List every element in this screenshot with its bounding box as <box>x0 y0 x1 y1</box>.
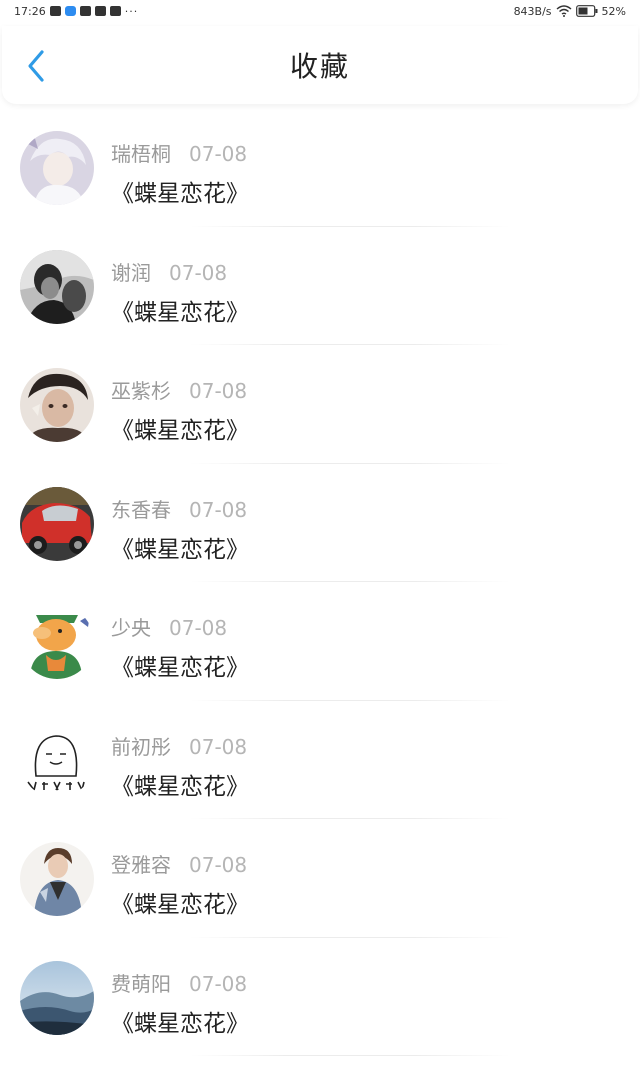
user-name: 登雅容 <box>111 853 171 877</box>
status-time: 17:26 <box>14 4 46 18</box>
item-date: 07-08 <box>189 497 248 522</box>
item-date: 07-08 <box>189 734 248 759</box>
divider <box>190 1055 510 1056</box>
wifi-icon <box>556 5 572 17</box>
header-bar: 收藏 <box>2 26 638 104</box>
status-bar: 17:26 ··· 843B/s 52% <box>0 0 640 22</box>
red-car-avatar-icon <box>20 486 94 561</box>
item-date: 07-08 <box>169 260 228 285</box>
work-title[interactable]: 《蝶星恋花》 <box>111 1004 249 1038</box>
list-item[interactable]: 前初彤 07-08 《蝶星恋花》 <box>0 701 640 819</box>
mountain-landscape-avatar-icon <box>20 960 94 1035</box>
item-date: 07-08 <box>189 971 248 996</box>
item-meta: 少央 07-08 <box>111 612 227 641</box>
app-notification-icon <box>64 6 76 16</box>
item-meta: 谢润 07-08 <box>111 257 227 286</box>
notification-icon <box>79 6 91 16</box>
work-title[interactable]: 《蝶星恋花》 <box>111 530 249 564</box>
status-bar-right: 843B/s 52% <box>514 5 626 18</box>
girl-denim-avatar-icon <box>20 842 94 916</box>
avatar[interactable] <box>20 842 94 916</box>
notification-icon <box>94 6 106 16</box>
bw-couple-avatar-icon <box>20 249 94 324</box>
user-name: 前初彤 <box>111 734 171 759</box>
list-item[interactable]: 瑞梧桐 07-08 《蝶星恋花》 <box>0 108 640 227</box>
back-button[interactable] <box>16 46 56 86</box>
work-title[interactable]: 《蝶星恋花》 <box>111 293 249 327</box>
item-date: 07-08 <box>189 379 248 403</box>
avatar[interactable] <box>20 960 94 1035</box>
item-meta: 登雅容 07-08 <box>111 849 247 878</box>
user-name: 谢润 <box>111 260 151 285</box>
battery-icon <box>575 5 598 17</box>
item-meta: 前初彤 07-08 <box>111 731 247 760</box>
avatar[interactable] <box>20 723 94 798</box>
work-title[interactable]: 《蝶星恋花》 <box>111 174 249 208</box>
avatar[interactable] <box>20 605 94 679</box>
list-item[interactable]: 东香春 07-08 《蝶星恋花》 <box>0 464 640 582</box>
illustrated-boy-avatar-icon <box>20 368 94 442</box>
avatar[interactable] <box>20 368 94 442</box>
notification-icon <box>49 6 61 16</box>
item-date: 07-08 <box>169 616 228 640</box>
item-meta: 东香春 07-08 <box>111 494 247 523</box>
item-date: 07-08 <box>189 853 248 877</box>
work-title[interactable]: 《蝶星恋花》 <box>111 411 249 445</box>
item-meta: 瑞梧桐 07-08 <box>111 138 247 167</box>
user-name: 费萌阳 <box>111 971 171 996</box>
chevron-left-icon <box>28 50 44 82</box>
avatar[interactable] <box>20 131 94 205</box>
doodle-sticker-avatar-icon <box>20 723 94 798</box>
item-meta: 费萌阳 07-08 <box>111 968 247 997</box>
notification-icon <box>109 6 121 16</box>
user-name: 少央 <box>111 616 151 640</box>
work-title[interactable]: 《蝶星恋花》 <box>111 767 249 801</box>
network-speed: 843B/s <box>513 4 552 18</box>
list-item[interactable]: 少央 07-08 《蝶星恋花》 <box>0 582 640 701</box>
work-title[interactable]: 《蝶星恋花》 <box>111 885 249 919</box>
list-item[interactable]: 谢润 07-08 《蝶星恋花》 <box>0 227 640 345</box>
favorites-list: 瑞梧桐 07-08 《蝶星恋花》 谢润 07-08 《蝶星恋花》 巫紫杉 07-… <box>0 108 640 1056</box>
avatar[interactable] <box>20 486 94 561</box>
status-bar-left: 17:26 ··· <box>14 5 138 18</box>
more-notifications-icon: ··· <box>124 4 139 18</box>
list-item[interactable]: 巫紫杉 07-08 《蝶星恋花》 <box>0 345 640 464</box>
cartoon-pig-avatar-icon <box>20 605 94 679</box>
item-date: 07-08 <box>189 142 248 166</box>
list-item[interactable]: 费萌阳 07-08 《蝶星恋花》 <box>0 938 640 1056</box>
item-meta: 巫紫杉 07-08 <box>111 375 247 404</box>
anime-boy-avatar-icon <box>20 131 94 205</box>
avatar[interactable] <box>20 249 94 324</box>
page-title: 收藏 <box>289 50 350 83</box>
user-name: 巫紫杉 <box>111 379 171 403</box>
work-title[interactable]: 《蝶星恋花》 <box>111 648 249 682</box>
list-item[interactable]: 登雅容 07-08 《蝶星恋花》 <box>0 819 640 938</box>
user-name: 东香春 <box>111 497 171 522</box>
battery-level: 52% <box>601 4 626 18</box>
user-name: 瑞梧桐 <box>111 142 171 166</box>
